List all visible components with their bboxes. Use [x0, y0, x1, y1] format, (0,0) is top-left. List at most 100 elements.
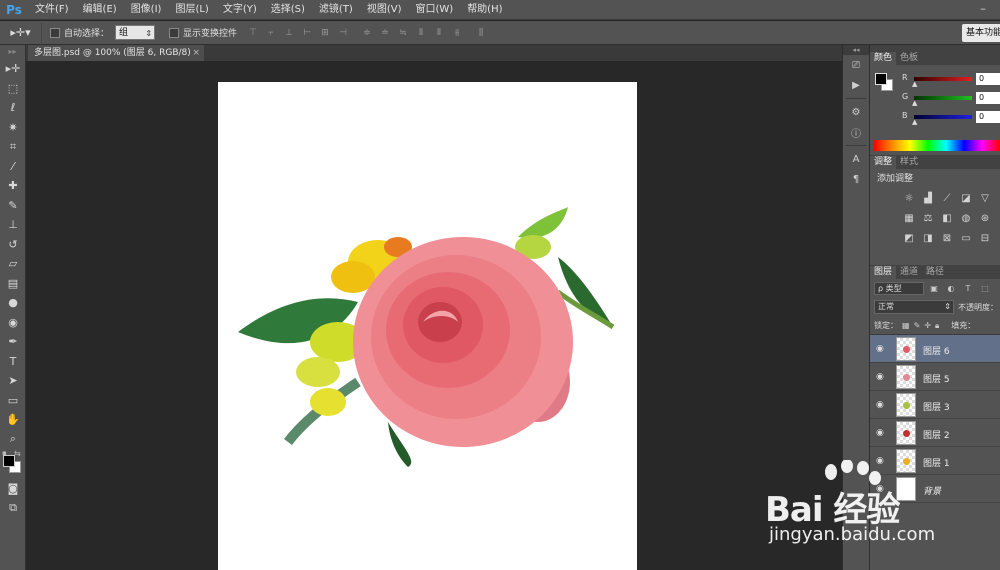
blue-slider-knob[interactable]: ▲	[912, 119, 917, 126]
document-canvas[interactable]	[218, 82, 637, 570]
lock-transparent-icon[interactable]: ▦	[902, 321, 910, 330]
lasso-tool-icon[interactable]: ℓ	[0, 98, 26, 118]
tab-color[interactable]: 颜色	[870, 52, 897, 65]
green-channel-value[interactable]: 0	[976, 92, 1000, 104]
tab-swatches[interactable]: 色板	[896, 52, 922, 65]
quick-mask-icon[interactable]: ◙	[0, 479, 26, 499]
photo-filter-icon[interactable]: ◍	[957, 213, 975, 225]
invert-icon[interactable]: ◩	[900, 233, 918, 245]
screen-mode-icon[interactable]: ⧉	[0, 499, 26, 519]
layer-row[interactable]: ◉ 图层 6	[870, 335, 1000, 363]
red-channel-value[interactable]: 0	[976, 73, 1000, 85]
menu-layer[interactable]: 图层(L)	[168, 0, 215, 20]
align-hcenter-icon[interactable]: ⊞	[317, 26, 333, 40]
layer-row[interactable]: ◉ 图层 3	[870, 391, 1000, 419]
channel-mixer-icon[interactable]: ⊛	[976, 213, 994, 225]
paragraph-panel-icon[interactable]: ¶	[843, 169, 869, 189]
blue-channel-value[interactable]: 0	[976, 111, 1000, 123]
show-transform-checkbox[interactable]	[169, 27, 180, 38]
character-panel-icon[interactable]: A	[843, 149, 869, 169]
distribute-right-icon[interactable]: ⫵	[449, 26, 465, 40]
blur-tool-icon[interactable]: ●	[0, 293, 26, 313]
layer-row[interactable]: ◉ 图层 2	[870, 419, 1000, 447]
distribute-hcenter-icon[interactable]: ⦀	[431, 26, 447, 40]
menu-file[interactable]: 文件(F)	[28, 0, 76, 20]
visibility-eye-icon[interactable]: ◉	[876, 372, 884, 382]
actions-panel-icon[interactable]: ▶	[843, 75, 869, 95]
move-tool-icon[interactable]: ▸✛	[0, 59, 26, 79]
pen-tool-icon[interactable]: ✒	[0, 332, 26, 352]
red-channel-slider[interactable]	[914, 77, 972, 81]
distribute-top-icon[interactable]: ≑	[359, 26, 375, 40]
foreground-color-swatch[interactable]	[3, 455, 15, 467]
rectangle-tool-icon[interactable]: ▭	[0, 391, 26, 411]
green-channel-slider[interactable]	[914, 96, 972, 100]
history-panel-icon[interactable]: ⎚	[843, 55, 869, 75]
menu-filter[interactable]: 滤镜(T)	[312, 0, 360, 20]
distribute-bottom-icon[interactable]: ≒	[395, 26, 411, 40]
color-balance-icon[interactable]: ⚖	[919, 213, 937, 225]
color-spectrum-bar[interactable]	[874, 140, 1000, 151]
menu-view[interactable]: 视图(V)	[360, 0, 409, 20]
menu-image[interactable]: 图像(I)	[124, 0, 169, 20]
tab-layers[interactable]: 图层	[870, 266, 897, 279]
filter-type-icon[interactable]: T	[961, 284, 975, 293]
eyedropper-tool-icon[interactable]: ⁄	[0, 157, 26, 177]
quick-select-tool-icon[interactable]: ✷	[0, 118, 26, 138]
info-panel-icon[interactable]: ⓘ	[843, 122, 869, 142]
document-tab[interactable]: 多层图.psd @ 100% (图层 6, RGB/8) ×	[28, 45, 204, 61]
healing-brush-icon[interactable]: ✚	[0, 176, 26, 196]
crop-tool-icon[interactable]: ⌗	[0, 137, 26, 157]
visibility-eye-icon[interactable]: ◉	[876, 428, 884, 438]
panel-collapse-icon[interactable]: ▸▸	[0, 45, 25, 59]
selective-color-icon[interactable]: ⊟	[976, 233, 994, 245]
menu-edit[interactable]: 编辑(E)	[76, 0, 124, 20]
align-bottom-icon[interactable]: ⊥	[281, 26, 297, 40]
levels-icon[interactable]: ▟	[919, 193, 937, 205]
color-panel-foreground-swatch[interactable]	[875, 73, 887, 85]
tab-styles[interactable]: 样式	[896, 156, 922, 169]
filter-shape-icon[interactable]: ⬚	[978, 284, 992, 293]
layer-row[interactable]: ◉ 图层 5	[870, 363, 1000, 391]
visibility-eye-icon[interactable]: ◉	[876, 344, 884, 354]
align-left-icon[interactable]: ⊢	[299, 26, 315, 40]
exposure-icon[interactable]: ◪	[957, 193, 975, 205]
move-tool-preset-icon[interactable]: ▸✛▾	[0, 22, 42, 43]
brush-tool-icon[interactable]: ✎	[0, 196, 26, 216]
distribute-left-icon[interactable]: ⫴	[413, 26, 429, 40]
eraser-tool-icon[interactable]: ▱	[0, 254, 26, 274]
filter-pixel-icon[interactable]: ▣	[927, 284, 941, 293]
history-brush-icon[interactable]: ↺	[0, 235, 26, 255]
close-tab-icon[interactable]: ×	[192, 45, 200, 61]
align-top-icon[interactable]: ⊤	[245, 26, 261, 40]
menu-window[interactable]: 窗口(W)	[408, 0, 460, 20]
clone-stamp-icon[interactable]: ⊥	[0, 215, 26, 235]
properties-panel-icon[interactable]: ⚙	[843, 102, 869, 122]
green-slider-knob[interactable]: ▲	[912, 100, 917, 107]
curves-icon[interactable]: ⟋	[938, 193, 956, 205]
workspace-switcher[interactable]: 基本功能	[962, 24, 1000, 42]
blue-channel-slider[interactable]	[914, 115, 972, 119]
blend-mode-dropdown[interactable]: 正常	[874, 300, 954, 314]
type-tool-icon[interactable]: T	[0, 352, 26, 372]
distribute-vcenter-icon[interactable]: ≐	[377, 26, 393, 40]
visibility-eye-icon[interactable]: ◉	[876, 400, 884, 410]
auto-select-checkbox[interactable]	[50, 27, 60, 38]
strip-collapse-icon[interactable]: ◂◂	[843, 45, 869, 55]
threshold-icon[interactable]: ⊠	[938, 233, 956, 245]
auto-select-dropdown[interactable]: 组	[115, 25, 156, 41]
gradient-map-icon[interactable]: ▭	[957, 233, 975, 245]
lock-all-icon[interactable]: 🔒︎	[935, 321, 939, 331]
path-select-tool-icon[interactable]: ➤	[0, 371, 26, 391]
black-white-icon[interactable]: ◧	[938, 213, 956, 225]
marquee-tool-icon[interactable]: ⬚	[0, 79, 26, 99]
posterize-icon[interactable]: ◨	[919, 233, 937, 245]
menu-type[interactable]: 文字(Y)	[216, 0, 264, 20]
menu-select[interactable]: 选择(S)	[264, 0, 312, 20]
red-slider-knob[interactable]: ▲	[912, 81, 917, 88]
align-right-icon[interactable]: ⊣	[335, 26, 351, 40]
tab-channels[interactable]: 通道	[896, 266, 922, 279]
lock-image-icon[interactable]: ✎	[914, 321, 921, 330]
minimize-icon[interactable]: –	[976, 3, 990, 15]
zoom-tool-icon[interactable]: ⌕	[0, 430, 26, 450]
